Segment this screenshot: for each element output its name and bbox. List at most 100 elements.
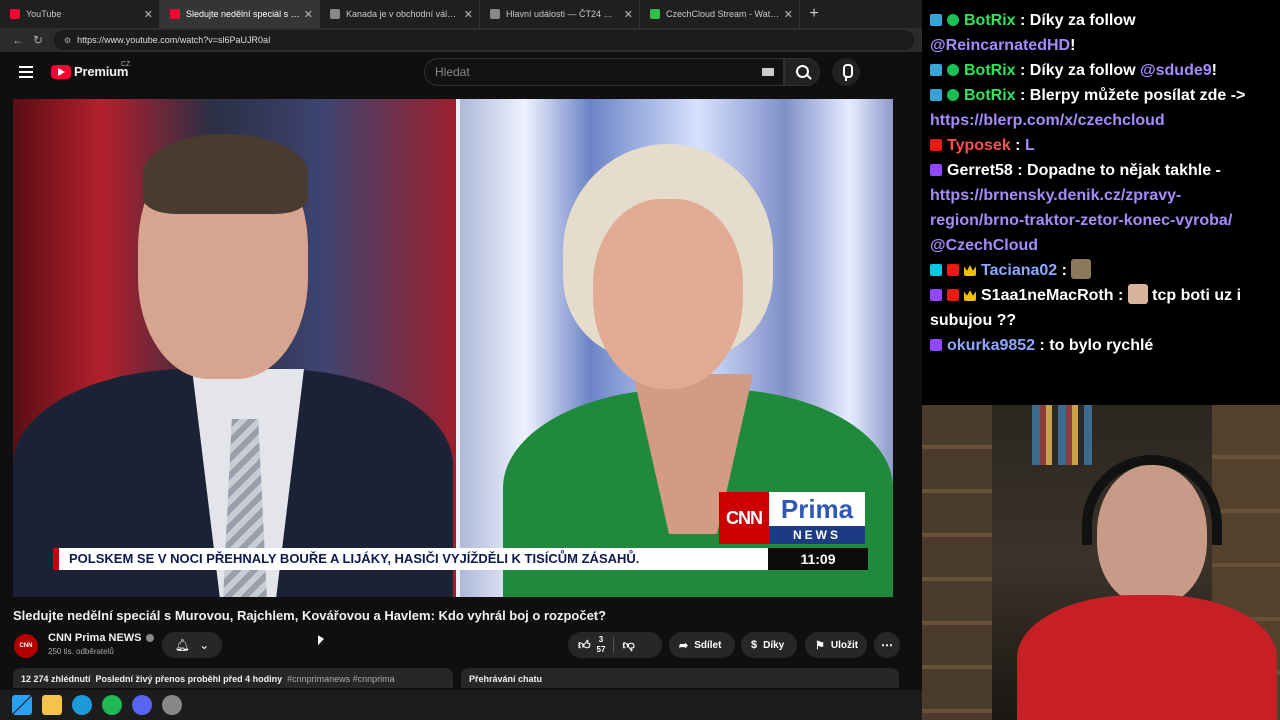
subscription-bell-button[interactable]: 🔔︎ ⌄ bbox=[162, 632, 222, 658]
thanks-label: Díky bbox=[763, 639, 785, 651]
emote-icon bbox=[1071, 259, 1092, 279]
red-badge-icon bbox=[947, 264, 959, 276]
close-tab-icon[interactable]: ✕ bbox=[784, 8, 793, 21]
video-man-hair bbox=[143, 134, 308, 214]
browser-tab[interactable]: Hlavní události — ČT24 — Česká t ✕ bbox=[480, 0, 640, 28]
dislike-icon[interactable]: 👎︎ bbox=[622, 638, 634, 653]
file-explorer-icon[interactable] bbox=[42, 695, 62, 715]
chat-text: : bbox=[1010, 137, 1025, 154]
chat-text: : Díky za follow bbox=[1015, 62, 1141, 79]
browser-tab[interactable]: Kanada je v obchodní válce, nebo ✕ bbox=[320, 0, 480, 28]
chat-replay-header[interactable]: Přehrávání chatu bbox=[461, 668, 899, 688]
tab-favicon-icon bbox=[650, 9, 660, 19]
close-tab-icon[interactable]: ✕ bbox=[144, 8, 153, 21]
chat-username[interactable]: BotRix bbox=[964, 62, 1016, 79]
share-button[interactable]: ➦ Sdílet bbox=[669, 632, 735, 658]
voice-search-button[interactable] bbox=[832, 58, 860, 86]
youtube-logo-icon[interactable] bbox=[51, 65, 71, 79]
chat-message: okurka9852 : to bylo rychlé bbox=[930, 333, 1272, 358]
crown-badge-icon bbox=[964, 265, 976, 276]
close-tab-icon[interactable]: ✕ bbox=[304, 8, 313, 21]
check-badge-icon bbox=[947, 89, 959, 101]
video-woman-face bbox=[593, 199, 743, 389]
browser-tab[interactable]: CzechCloud Stream - Watch Live o ✕ bbox=[640, 0, 800, 28]
close-tab-icon[interactable]: ✕ bbox=[624, 8, 633, 21]
bot-badge-icon bbox=[930, 89, 942, 101]
chat-username[interactable]: Typosek bbox=[947, 137, 1011, 154]
chat-text: ! bbox=[1070, 37, 1076, 54]
books-top bbox=[1032, 405, 1092, 465]
chat-username[interactable]: BotRix bbox=[964, 12, 1016, 29]
app-icon[interactable] bbox=[162, 695, 182, 715]
back-icon[interactable]: ← bbox=[8, 33, 28, 47]
tab-favicon-icon bbox=[330, 9, 340, 19]
chat-link[interactable]: @CzechCloud bbox=[930, 237, 1038, 254]
close-tab-icon[interactable]: ✕ bbox=[464, 8, 473, 21]
tab-title: Hlavní události — ČT24 — Česká t bbox=[506, 9, 620, 19]
like-counts: 3 57 bbox=[597, 635, 606, 655]
webcam-feed bbox=[922, 405, 1280, 720]
spotify-icon[interactable] bbox=[102, 695, 122, 715]
stream-chat: BotRix : Díky za follow @ReincarnatedHD!… bbox=[922, 0, 1280, 405]
tab-title: Kanada je v obchodní válce, nebo bbox=[346, 9, 460, 19]
bookmark-icon: ⚑ bbox=[815, 639, 825, 652]
browser-tab[interactable]: YouTube ✕ bbox=[0, 0, 160, 28]
tab-favicon-icon bbox=[10, 9, 20, 19]
url-field[interactable]: ⚙ https://www.youtube.com/watch?v=sl6PaU… bbox=[54, 30, 914, 50]
share-icon: ➦ bbox=[679, 639, 689, 652]
tab-favicon-icon bbox=[490, 9, 500, 19]
logo-prima: Prima bbox=[769, 492, 865, 526]
chat-message: S1aa1neMacRoth : tcp boti uz i subujou ?… bbox=[930, 283, 1272, 333]
new-tab-button[interactable]: + bbox=[800, 0, 828, 28]
channel-avatar[interactable]: CNN bbox=[14, 634, 38, 658]
chat-link[interactable]: https://blerp.com/x/czechcloud bbox=[930, 112, 1165, 129]
country-code: CZ bbox=[121, 61, 131, 68]
chat-link[interactable]: @ReincarnatedHD bbox=[930, 37, 1070, 54]
site-info-icon[interactable]: ⚙ bbox=[64, 36, 71, 45]
chat-username[interactable]: Taciana02 bbox=[981, 262, 1057, 279]
hashtags[interactable]: #cnnprimanews #cnnprima bbox=[287, 674, 395, 684]
chat-text: : to bylo rychlé bbox=[1035, 337, 1154, 354]
keyboard-icon[interactable] bbox=[762, 68, 774, 76]
browser-tab[interactable]: Sledujte nedělní speciál s Murovou ✕ bbox=[160, 0, 320, 28]
chat-link[interactable]: L bbox=[1025, 137, 1035, 154]
url-text: https://www.youtube.com/watch?v=sl6PaUJR… bbox=[77, 35, 271, 45]
description-box[interactable]: 12 274 zhlédnutí Poslední živý přenos pr… bbox=[13, 668, 453, 688]
edge-browser-icon[interactable] bbox=[72, 695, 92, 715]
channel-name[interactable]: CNN Prima NEWS bbox=[48, 632, 142, 644]
cyan-badge-icon bbox=[930, 264, 942, 276]
video-player[interactable]: CNN Prima NEWS POLSKEM SE V NOCI PŘEHNAL… bbox=[13, 99, 893, 597]
view-count: 12 274 zhlédnutí bbox=[21, 674, 91, 684]
more-actions-button[interactable]: ⋯ bbox=[874, 632, 900, 658]
chat-username[interactable]: BotRix bbox=[964, 87, 1016, 104]
like-icon[interactable]: 👍︎ bbox=[578, 638, 591, 653]
reload-icon[interactable]: ↻ bbox=[28, 33, 48, 47]
chat-message: Typosek : L bbox=[930, 133, 1272, 158]
search-input[interactable]: Hledat bbox=[424, 58, 784, 86]
chat-text: : bbox=[1057, 262, 1072, 279]
windows-start-icon[interactable] bbox=[12, 695, 32, 715]
like-dislike-group[interactable]: 👍︎ 3 57 👎︎ bbox=[568, 632, 662, 658]
chat-text: : Díky za follow bbox=[1015, 12, 1136, 29]
share-label: Sdílet bbox=[694, 639, 722, 651]
hamburger-menu-icon[interactable] bbox=[19, 66, 33, 78]
chat-message: Taciana02 : bbox=[930, 258, 1272, 283]
bookshelf-left bbox=[922, 405, 992, 720]
search-button[interactable] bbox=[784, 58, 820, 86]
thanks-button[interactable]: $ Díky bbox=[741, 632, 797, 658]
discord-icon[interactable] bbox=[132, 695, 152, 715]
chat-username[interactable]: S1aa1neMacRoth bbox=[981, 287, 1114, 304]
chat-link[interactable]: @sdude9 bbox=[1140, 62, 1212, 79]
emote-icon bbox=[1127, 284, 1148, 304]
tab-title: YouTube bbox=[26, 9, 62, 19]
save-button[interactable]: ⚑ Uložit bbox=[805, 632, 867, 658]
logo-cnn: CNN bbox=[719, 492, 769, 544]
more-icon: ⋯ bbox=[881, 638, 893, 652]
chat-username[interactable]: Gerret58 bbox=[947, 162, 1013, 179]
check-badge-icon bbox=[947, 14, 959, 26]
chat-username[interactable]: okurka9852 bbox=[947, 337, 1035, 354]
chat-message: BotRix : Díky za follow @sdude9! bbox=[930, 58, 1272, 83]
chat-link[interactable]: https://brnensky.denik.cz/zpravy-region/… bbox=[930, 187, 1232, 229]
tab-title: Sledujte nedělní speciál s Murovou bbox=[186, 9, 300, 19]
channel-name-row[interactable]: CNN Prima NEWS bbox=[48, 632, 154, 644]
